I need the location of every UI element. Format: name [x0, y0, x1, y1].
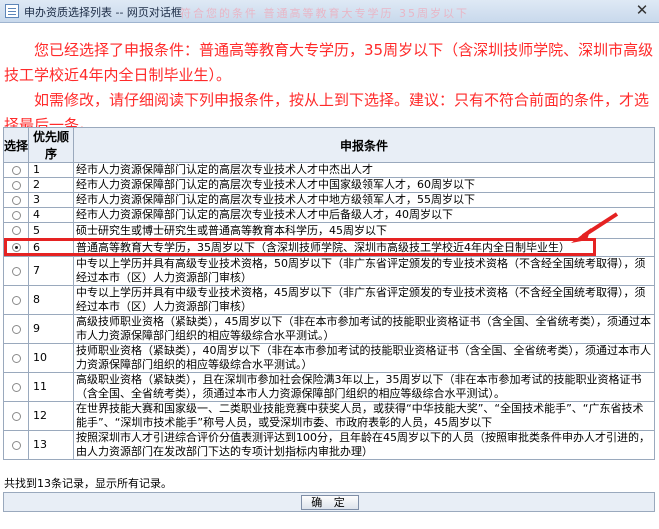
row-select-cell — [3, 314, 29, 344]
button-bar: 确 定 — [3, 492, 655, 512]
row-radio[interactable] — [11, 243, 21, 252]
conditions-table-wrap: 选择 优先顺序 申报条件 1 经市人力资源保障部门认定的高层次专业技术人才中杰出人… — [3, 127, 655, 460]
row-radio[interactable] — [11, 353, 21, 363]
table-row[interactable]: 8 中专以上学历并具有中级专业技术资格，45周岁以下（非广东省评定颁发的专业技术资… — [3, 285, 655, 315]
row-condition-text: 按照深圳市人才引进综合评价分值表测评达到100分，且年龄在45周岁以下的人员（按… — [73, 430, 655, 460]
row-select-cell — [3, 430, 29, 460]
row-order: 9 — [28, 314, 74, 344]
row-radio[interactable] — [11, 411, 21, 421]
row-condition-text: 经市人力资源保障部门认定的高层次专业技术人才中地方级领军人才，55周岁以下 — [73, 192, 655, 208]
row-radio[interactable] — [11, 266, 21, 276]
notice-line-1: 您已经选择了申报条件：普通高等教育大专学历，35周岁以下（含深圳技师学院、深圳市… — [4, 41, 654, 84]
row-select-cell — [3, 238, 29, 257]
row-radio[interactable] — [11, 382, 21, 392]
conditions-table: 选择 优先顺序 申报条件 1 经市人力资源保障部门认定的高层次专业技术人才中杰出人… — [3, 127, 655, 460]
table-row[interactable]: 3 经市人力资源保障部门认定的高层次专业技术人才中地方级领军人才，55周岁以下 — [3, 192, 655, 208]
row-condition-text: 高级职业资格（紧缺类），且在深圳市参加社会保险满3年以上，35周岁以下（非在本市… — [73, 372, 655, 402]
notice-text: 您已经选择了申报条件：普通高等教育大专学历，35周岁以下（含深圳技师学院、深圳市… — [4, 38, 654, 138]
table-row[interactable]: 6 普通高等教育大专学历，35周岁以下（含深圳技师学院、深圳市高级技工学校近4年内… — [3, 238, 655, 257]
row-radio[interactable] — [11, 195, 21, 205]
dialog-titlebar: 申办资质选择列表 -- 网页对话框 符合您的条件 普通高等教育大专学历 35周岁… — [0, 0, 659, 23]
row-radio[interactable] — [11, 295, 21, 305]
table-row[interactable]: 12 在世界技能大赛和国家级一、二类职业技能竞赛中获奖人员，或获得“中华技能大奖”… — [3, 401, 655, 431]
table-row[interactable]: 10 技师职业资格（紧缺类），40周岁以下（非在本市参加考试的技能职业资格证书（含… — [3, 343, 655, 373]
table-row[interactable]: 9 高级技师职业资格（紧缺类），45周岁以下（非在本市参加考试的技能职业资格证书（… — [3, 314, 655, 344]
row-order: 6 — [28, 238, 74, 257]
row-order: 7 — [28, 256, 74, 286]
header-order: 优先顺序 — [28, 127, 74, 163]
header-condition: 申报条件 — [73, 127, 655, 163]
table-header-row: 选择 优先顺序 申报条件 — [3, 127, 655, 163]
row-order: 13 — [28, 430, 74, 460]
close-icon[interactable]: ✕ — [629, 2, 655, 19]
record-count-text: 共找到13条记录，显示所有记录。 — [4, 477, 172, 490]
row-select-cell — [3, 162, 29, 178]
row-order: 3 — [28, 192, 74, 208]
table-row[interactable]: 2 经市人力资源保障部门认定的高层次专业技术人才中国家级领军人才，60周岁以下 — [3, 177, 655, 193]
row-radio[interactable] — [11, 165, 21, 175]
table-row[interactable]: 5 硕士研究生或博士研究生或普通高等教育本科学历，45周岁以下 — [3, 222, 655, 239]
row-order: 4 — [28, 207, 74, 223]
row-select-cell — [3, 192, 29, 208]
row-select-cell — [3, 177, 29, 193]
row-radio[interactable] — [11, 226, 21, 235]
row-order: 1 — [28, 162, 74, 178]
row-condition-text: 经市人力资源保障部门认定的高层次专业技术人才中国家级领军人才，60周岁以下 — [73, 177, 655, 193]
row-select-cell — [3, 401, 29, 431]
table-row[interactable]: 11 高级职业资格（紧缺类），且在深圳市参加社会保险满3年以上，35周岁以下（非在… — [3, 372, 655, 402]
table-row[interactable]: 7 中专以上学历并具有高级专业技术资格，50周岁以下（非广东省评定颁发的专业技术资… — [3, 256, 655, 286]
row-select-cell — [3, 222, 29, 239]
background-page-text: 符合您的条件 普通高等教育大专学历 35周岁以下 — [180, 7, 469, 20]
row-select-cell — [3, 343, 29, 373]
red-arrow-annotation — [571, 212, 619, 243]
row-radio[interactable] — [11, 324, 21, 334]
row-select-cell — [3, 372, 29, 402]
row-condition-text: 中专以上学历并具有高级专业技术资格，50周岁以下（非广东省评定颁发的专业技术资格… — [73, 256, 655, 286]
ok-button[interactable]: 确 定 — [301, 495, 359, 510]
row-select-cell — [3, 207, 29, 223]
row-radio[interactable] — [11, 210, 21, 220]
row-condition-text: 经市人力资源保障部门认定的高层次专业技术人才中杰出人才 — [73, 162, 655, 178]
row-order: 10 — [28, 343, 74, 373]
row-condition-text: 中专以上学历并具有中级专业技术资格，45周岁以下（非广东省评定颁发的专业技术资格… — [73, 285, 655, 315]
row-order: 5 — [28, 222, 74, 239]
conditions-table-body: 1 经市人力资源保障部门认定的高层次专业技术人才中杰出人才 2 经市人力资源保障部门认… — [3, 162, 655, 460]
row-condition-text: 高级技师职业资格（紧缺类），45周岁以下（非在本市参加考试的技能职业资格证书（含… — [73, 314, 655, 344]
dialog-page-icon — [5, 4, 19, 18]
row-order: 2 — [28, 177, 74, 193]
dialog-title: 申办资质选择列表 -- 网页对话框 — [24, 6, 182, 19]
header-select: 选择 — [3, 127, 29, 163]
row-order: 11 — [28, 372, 74, 402]
table-row[interactable]: 4 经市人力资源保障部门认定的高层次专业技术人才中后备级人才，40周岁以下 — [3, 207, 655, 223]
table-row[interactable]: 1 经市人力资源保障部门认定的高层次专业技术人才中杰出人才 — [3, 162, 655, 178]
table-row[interactable]: 13 按照深圳市人才引进综合评价分值表测评达到100分，且年龄在45周岁以下的人员… — [3, 430, 655, 460]
row-radio[interactable] — [11, 180, 21, 190]
row-condition-text: 技师职业资格（紧缺类），40周岁以下（非在本市参加考试的技能职业资格证书（含全国… — [73, 343, 655, 373]
row-order: 12 — [28, 401, 74, 431]
row-condition-text: 在世界技能大赛和国家级一、二类职业技能竞赛中获奖人员，或获得“中华技能大奖”、“… — [73, 401, 655, 431]
row-select-cell — [3, 285, 29, 315]
row-radio[interactable] — [11, 440, 21, 450]
row-order: 8 — [28, 285, 74, 315]
row-select-cell — [3, 256, 29, 286]
